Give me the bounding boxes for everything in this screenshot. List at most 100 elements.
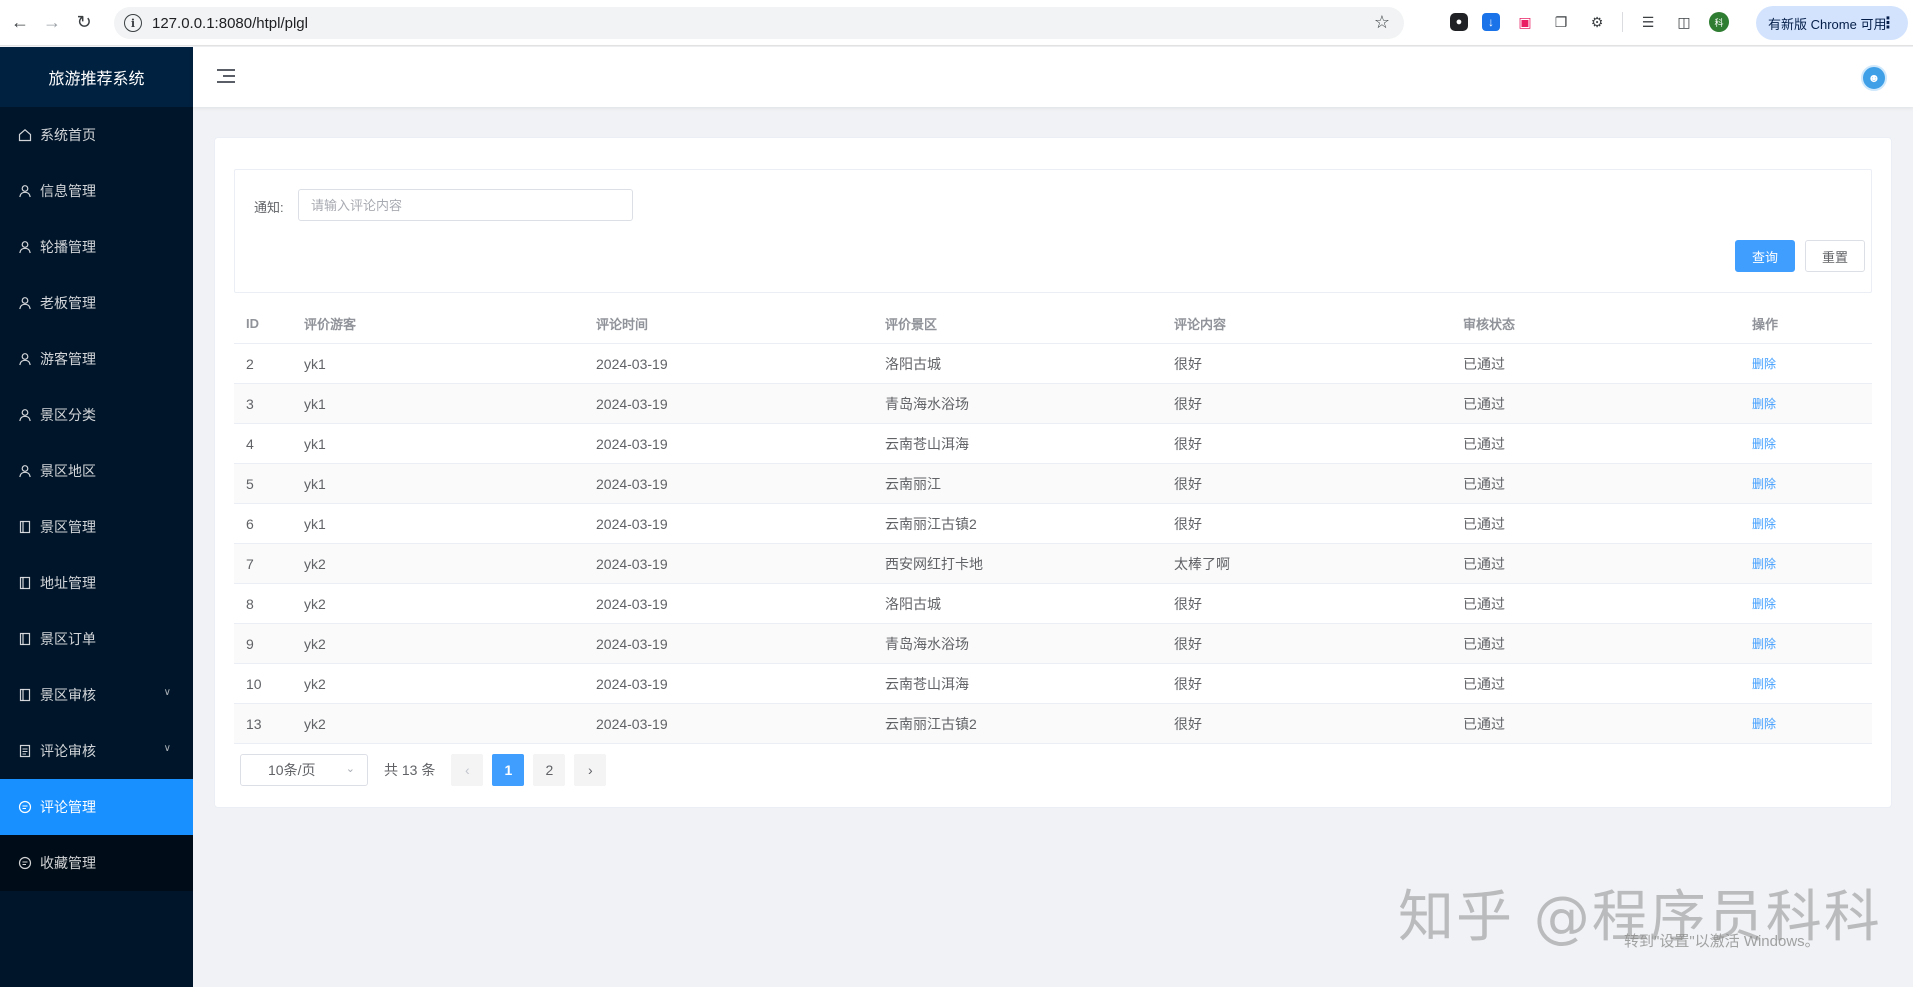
extension-bar: ● ↓ ▣ ❐ ⚙ ☰ ◫ 科 [1450, 11, 1729, 33]
table-cell: yk2 [292, 556, 584, 572]
address-bar[interactable]: i 127.0.0.1:8080/htpl/plgl ☆ [114, 7, 1404, 39]
delete-link[interactable]: 删除 [1752, 677, 1776, 691]
sidebar-item-2[interactable]: 信息管理 [0, 163, 193, 219]
sidebar-item-3[interactable]: 轮播管理 [0, 219, 193, 275]
sidebar-item-8[interactable]: 景区管理 [0, 499, 193, 555]
sidebar-item-9[interactable]: 地址管理 [0, 555, 193, 611]
page-2-button[interactable]: 2 [533, 754, 566, 786]
download-extension-icon[interactable]: ↓ [1482, 13, 1500, 31]
copy-extension-icon[interactable]: ❐ [1550, 11, 1572, 33]
delete-link[interactable]: 删除 [1752, 717, 1776, 731]
sidebar-item-label: 收藏管理 [40, 855, 96, 871]
cell-content: 很好 [1174, 515, 1202, 532]
reset-button[interactable]: 重置 [1805, 240, 1865, 272]
cell-content: 很好 [1174, 595, 1202, 612]
sidebar-item-11[interactable]: 景区审核 ∨ [0, 667, 193, 723]
media-control-icon[interactable]: ☰ [1637, 11, 1659, 33]
next-page-button[interactable]: › [574, 754, 607, 786]
table-cell: 很好 [1162, 594, 1451, 614]
sidebar-menu: 系统首页信息管理轮播管理 老板管理游客管理景区分类 景区地区 景区管理地址管理景区订单… [0, 107, 193, 891]
sidebar-item-label: 地址管理 [40, 575, 96, 591]
cell-id: 3 [246, 395, 254, 412]
comment-search-input[interactable] [298, 189, 633, 221]
sidebar-item-4[interactable]: 老板管理 [0, 275, 193, 331]
table-cell: 5 [234, 476, 292, 492]
sidebar-item-7[interactable]: 景区地区 [0, 443, 193, 499]
table-cell: 删除 [1740, 595, 1872, 612]
query-button[interactable]: 查询 [1735, 240, 1795, 272]
cell-content: 很好 [1174, 635, 1202, 652]
table-cell: 青岛海水浴场 [873, 634, 1162, 654]
document-icon [18, 520, 32, 534]
sidebar-item-1[interactable]: 系统首页 [0, 107, 193, 163]
cell-visitor: yk2 [304, 595, 326, 612]
delete-link[interactable]: 删除 [1752, 357, 1776, 371]
chevron-down-icon: ∨ [163, 743, 171, 754]
page-size-select[interactable]: 10条/页 ⌄ [240, 754, 368, 786]
collapse-menu-icon[interactable] [217, 69, 235, 85]
profile-avatar[interactable]: 科 [1709, 12, 1729, 32]
table-cell: 已通过 [1451, 634, 1740, 654]
ghost-extension-icon[interactable]: ● [1450, 13, 1468, 31]
table-cell: 2024-03-19 [584, 556, 873, 572]
site-info-icon[interactable]: i [124, 14, 142, 32]
cell-status: 已通过 [1463, 595, 1505, 612]
chrome-update-button[interactable]: 有新版 Chrome 可用 ⋮ [1756, 6, 1908, 40]
table-row: 5 yk1 2024-03-19 云南丽江 很好 已通过 删除 [234, 464, 1872, 504]
puzzle-extensions-icon[interactable]: ⚙ [1586, 11, 1608, 33]
delete-link[interactable]: 删除 [1752, 477, 1776, 491]
page-1-button[interactable]: 1 [492, 754, 525, 786]
reload-icon[interactable]: ↻ [70, 9, 98, 37]
sidebar-item-13[interactable]: 评论管理 [0, 779, 193, 835]
table-row: 6 yk1 2024-03-19 云南丽江古镇2 很好 已通过 删除 [234, 504, 1872, 544]
cell-spot: 青岛海水浴场 [885, 395, 969, 412]
delete-link[interactable]: 删除 [1752, 517, 1776, 531]
column-header: 评价景区 [885, 317, 938, 332]
column-header: 审核状态 [1463, 317, 1516, 332]
list-icon [18, 744, 32, 758]
table-cell: 已通过 [1451, 674, 1740, 694]
sidebar-item-10[interactable]: 景区订单 [0, 611, 193, 667]
table-cell: 西安网红打卡地 [873, 554, 1162, 574]
back-icon[interactable]: ← [6, 9, 34, 37]
cell-id: 8 [246, 595, 254, 612]
sidebar-item-5[interactable]: 游客管理 [0, 331, 193, 387]
delete-link[interactable]: 删除 [1752, 637, 1776, 651]
bookmark-star-icon[interactable]: ☆ [1374, 12, 1390, 33]
table-cell: yk1 [292, 476, 584, 492]
sidebar-item-label: 信息管理 [40, 183, 96, 199]
table-header-row: ID 评价游客 评论时间 评价景区 评论内容 审核状态 操作 [234, 304, 1872, 344]
cell-time: 2024-03-19 [596, 635, 668, 652]
url-text[interactable]: 127.0.0.1:8080/htpl/plgl [152, 15, 308, 32]
cell-id: 4 [246, 435, 254, 452]
search-label: 通知: [254, 200, 284, 215]
delete-link[interactable]: 删除 [1752, 437, 1776, 451]
side-panel-icon[interactable]: ◫ [1673, 11, 1695, 33]
user-avatar[interactable]: ☻ [1861, 65, 1887, 91]
document-icon [18, 576, 32, 590]
sidebar-item-14[interactable]: 收藏管理 [0, 835, 193, 891]
sidebar-item-label: 游客管理 [40, 351, 96, 367]
sidebar-item-12[interactable]: 评论审核 ∨ [0, 723, 193, 779]
cell-status: 已通过 [1463, 555, 1505, 572]
image-extension-icon[interactable]: ▣ [1514, 11, 1536, 33]
prev-page-button[interactable]: ‹ [451, 754, 484, 786]
delete-link[interactable]: 删除 [1752, 597, 1776, 611]
delete-link[interactable]: 删除 [1752, 557, 1776, 571]
cell-spot: 青岛海水浴场 [885, 635, 969, 652]
table-cell: 删除 [1740, 715, 1872, 732]
forward-icon[interactable]: → [38, 9, 66, 37]
table-cell: 删除 [1740, 555, 1872, 572]
sidebar-item-6[interactable]: 景区分类 [0, 387, 193, 443]
delete-link[interactable]: 删除 [1752, 397, 1776, 411]
cell-time: 2024-03-19 [596, 515, 668, 532]
table-cell: 已通过 [1451, 554, 1740, 574]
table-cell: yk1 [292, 396, 584, 412]
table-cell: 云南苍山洱海 [873, 674, 1162, 694]
cell-content: 太棒了啊 [1174, 555, 1230, 572]
table-cell: 2024-03-19 [584, 636, 873, 652]
table-cell: 洛阳古城 [873, 354, 1162, 374]
cell-id: 7 [246, 555, 254, 572]
more-menu-icon[interactable]: ⋮ [1880, 13, 1896, 33]
table-cell: 很好 [1162, 434, 1451, 454]
